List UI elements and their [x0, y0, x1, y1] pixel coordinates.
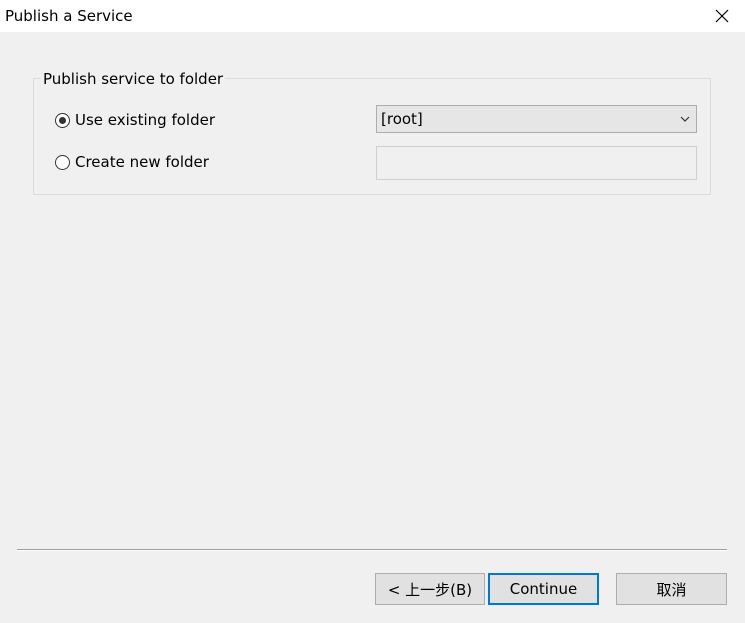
chevron-down-icon — [680, 116, 690, 122]
radio-button-new[interactable] — [55, 154, 70, 170]
radio-button-existing[interactable] — [55, 112, 70, 128]
window-title: Publish a Service — [5, 7, 133, 25]
footer-separator — [17, 549, 727, 551]
back-button[interactable]: < 上一步(B) — [375, 573, 485, 605]
continue-button[interactable]: Continue — [488, 573, 599, 605]
select-value: [root] — [381, 110, 423, 128]
groupbox-legend: Publish service to folder — [41, 70, 226, 88]
close-icon — [715, 9, 729, 23]
radio-label-existing: Use existing folder — [75, 111, 216, 129]
existing-folder-select[interactable]: [root] — [376, 105, 697, 133]
close-button[interactable] — [699, 0, 745, 32]
radio-label-new: Create new folder — [75, 153, 209, 171]
title-bar: Publish a Service — [0, 0, 745, 32]
new-folder-input[interactable] — [376, 146, 697, 180]
radio-create-new-folder[interactable]: Create new folder — [55, 153, 209, 171]
radio-use-existing-folder[interactable]: Use existing folder — [55, 111, 215, 129]
cancel-button[interactable]: 取消 — [616, 573, 727, 605]
